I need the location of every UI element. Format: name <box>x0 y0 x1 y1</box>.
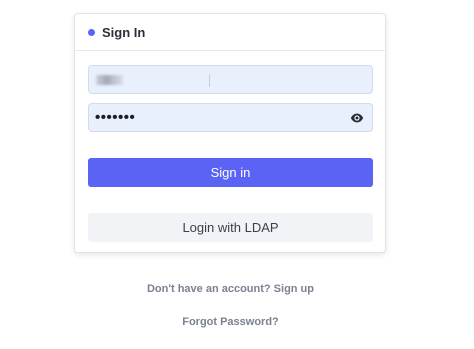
sign-up-link[interactable]: Don't have an account? Sign up <box>147 283 314 295</box>
password-field[interactable]: ••••••• <box>88 103 373 132</box>
password-value: ••••••• <box>95 109 136 126</box>
card-header: Sign In <box>75 14 385 51</box>
eye-icon[interactable] <box>350 111 364 125</box>
redacted-username <box>96 75 123 85</box>
text-cursor <box>209 74 210 87</box>
sign-in-button[interactable]: Sign in <box>88 158 373 187</box>
forgot-password-link[interactable]: Forgot Password? <box>182 316 279 328</box>
login-card: Sign In ••••••• Sign in Login with LDAP <box>74 13 386 253</box>
status-dot-icon <box>88 28 95 36</box>
card-title: Sign In <box>102 24 146 40</box>
username-field[interactable] <box>88 65 373 94</box>
ldap-login-button[interactable]: Login with LDAP <box>88 213 373 242</box>
